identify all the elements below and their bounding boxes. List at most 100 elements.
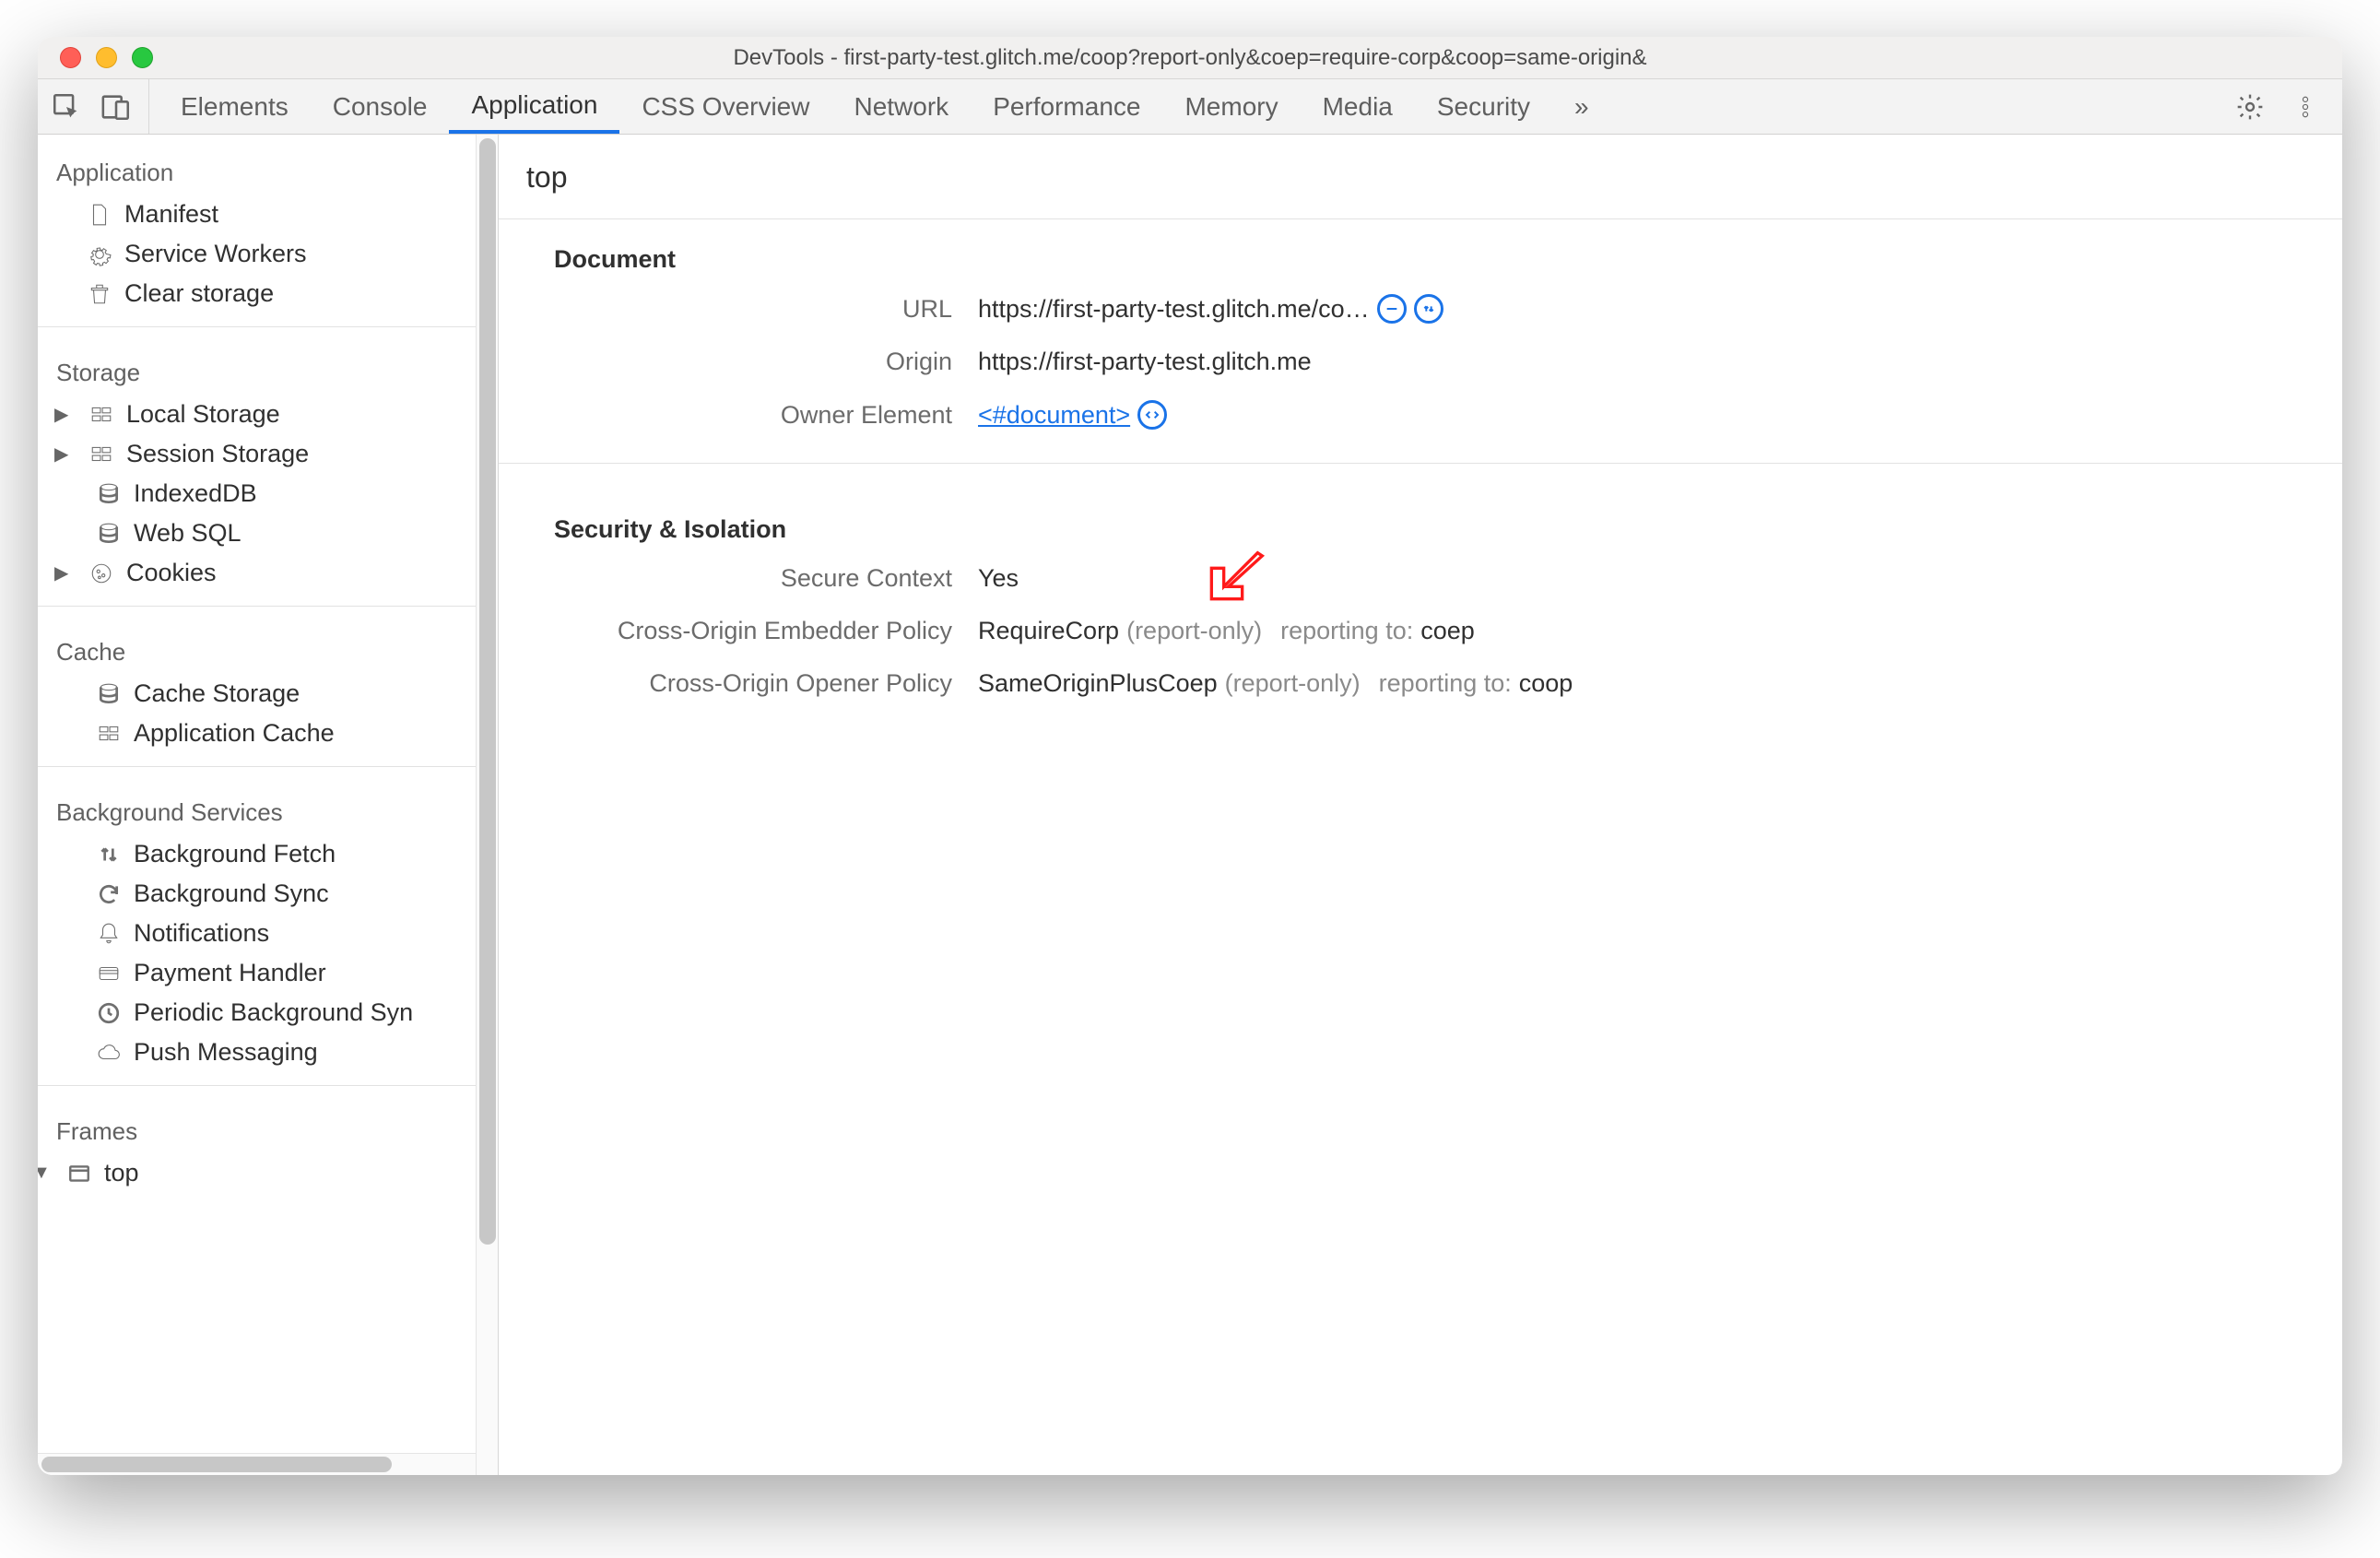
tab-console[interactable]: Console — [311, 79, 450, 134]
reveal-source-icon[interactable] — [1377, 294, 1407, 324]
sidebar-item-background-fetch[interactable]: Background Fetch — [38, 834, 498, 874]
secure-context-value: Yes — [978, 564, 1019, 593]
sidebar-item-label: Background Sync — [134, 879, 329, 908]
file-icon — [86, 201, 113, 229]
sidebar-hscrollthumb[interactable] — [41, 1457, 392, 1472]
sidebar-item-session-storage[interactable]: ▶ Session Storage — [38, 434, 498, 474]
body-split: Application Manifest Service Workers Cle… — [38, 135, 2342, 1475]
section-header-cache: Cache — [38, 620, 498, 674]
coep-reporting-prefix: reporting to: — [1280, 617, 1413, 645]
sidebar-item-label: Notifications — [134, 919, 269, 948]
sidebar-item-frame-top[interactable]: ▼ top — [38, 1153, 498, 1193]
devtools-tabs: Elements Console Application CSS Overvie… — [159, 79, 1611, 134]
sidebar-item-notifications[interactable]: Notifications — [38, 914, 498, 953]
sidebar-item-clear-storage[interactable]: Clear storage — [38, 274, 498, 313]
owner-element-link[interactable]: <#document> — [978, 401, 1130, 430]
coop-reporting-to: coop — [1519, 669, 1573, 698]
section-header-application: Application — [38, 140, 498, 195]
window-icon — [65, 1160, 93, 1187]
tab-memory[interactable]: Memory — [1162, 79, 1300, 134]
coop-mode: (report-only) — [1225, 669, 1361, 698]
sidebar-item-label: top — [104, 1159, 139, 1187]
sidebar-item-local-storage[interactable]: ▶ Local Storage — [38, 395, 498, 434]
sidebar-item-label: Manifest — [124, 200, 218, 229]
tab-application[interactable]: Application — [449, 79, 619, 134]
device-toggle-icon[interactable] — [100, 91, 132, 123]
settings-icon[interactable] — [2235, 92, 2265, 122]
sidebar-item-application-cache[interactable]: Application Cache — [38, 714, 498, 753]
devtools-window: DevTools - first-party-test.glitch.me/co… — [38, 37, 2342, 1475]
tab-performance[interactable]: Performance — [971, 79, 1162, 134]
document-section: Document URL https://first-party-test.gl… — [499, 219, 2342, 454]
sidebar-item-websql[interactable]: Web SQL — [38, 513, 498, 553]
origin-value: https://first-party-test.glitch.me — [978, 348, 1312, 376]
origin-label: Origin — [554, 348, 978, 376]
sidebar-item-label: Cache Storage — [134, 679, 300, 708]
owner-element-label: Owner Element — [554, 401, 978, 430]
sync-icon — [95, 880, 123, 908]
section-header-frames: Frames — [38, 1099, 498, 1153]
cookie-icon — [88, 560, 115, 587]
tab-css-overview[interactable]: CSS Overview — [619, 79, 831, 134]
sidebar-item-label: Service Workers — [124, 240, 307, 268]
sidebar-scrollthumb[interactable] — [479, 138, 496, 1245]
sidebar-item-payment-handler[interactable]: Payment Handler — [38, 953, 498, 993]
tabs-overflow[interactable]: » — [1552, 79, 1611, 134]
sidebar-item-service-workers[interactable]: Service Workers — [38, 234, 498, 274]
url-value: https://first-party-test.glitch.me/co… — [978, 295, 1370, 324]
card-icon — [95, 960, 123, 987]
chevron-right-icon: ▶ — [54, 403, 73, 426]
sidebar-item-cookies[interactable]: ▶ Cookies — [38, 553, 498, 593]
chevron-right-icon: ▶ — [54, 443, 73, 466]
sidebar-item-label: Push Messaging — [134, 1038, 318, 1067]
window-title: DevTools - first-party-test.glitch.me/co… — [38, 45, 2342, 71]
url-label: URL — [554, 295, 978, 324]
sidebar-item-manifest[interactable]: Manifest — [38, 195, 498, 234]
database-icon — [95, 480, 123, 508]
inspect-icon[interactable] — [51, 91, 82, 123]
tab-media[interactable]: Media — [1301, 79, 1415, 134]
tab-network[interactable]: Network — [831, 79, 971, 134]
grid-icon — [95, 720, 123, 748]
secure-context-label: Secure Context — [554, 564, 978, 593]
document-section-title: Document — [554, 245, 2315, 274]
sidebar-item-label: Periodic Background Syn — [134, 998, 413, 1027]
reveal-elements-icon[interactable] — [1137, 400, 1167, 430]
sidebar-item-label: Web SQL — [134, 519, 242, 548]
coop-label: Cross-Origin Opener Policy — [554, 669, 978, 698]
sidebar-item-cache-storage[interactable]: Cache Storage — [38, 674, 498, 714]
coep-value: RequireCorp — [978, 617, 1119, 645]
coop-value: SameOriginPlusCoep — [978, 669, 1218, 698]
main-panel: top Document URL https://first-party-tes… — [499, 135, 2342, 1475]
sidebar-item-label: Session Storage — [126, 440, 309, 468]
tab-security[interactable]: Security — [1415, 79, 1552, 134]
sidebar-item-periodic-background-sync[interactable]: Periodic Background Syn — [38, 993, 498, 1033]
sidebar-item-label: IndexedDB — [134, 479, 257, 508]
sidebar: Application Manifest Service Workers Cle… — [38, 135, 499, 1475]
sidebar-item-label: Clear storage — [124, 279, 274, 308]
security-section-title: Security & Isolation — [554, 515, 2315, 544]
annotation-arrow-icon — [1199, 537, 1273, 618]
tab-elements[interactable]: Elements — [159, 79, 311, 134]
sidebar-item-indexeddb[interactable]: IndexedDB — [38, 474, 498, 513]
trash-icon — [86, 280, 113, 308]
cloud-icon — [95, 1039, 123, 1067]
clock-icon — [95, 999, 123, 1027]
more-vertical-icon[interactable] — [2292, 92, 2318, 122]
sidebar-item-label: Application Cache — [134, 719, 335, 748]
gear-icon — [86, 241, 113, 268]
sidebar-scrollbar-vertical[interactable] — [476, 135, 498, 1475]
bell-icon — [95, 920, 123, 948]
reveal-network-icon[interactable] — [1414, 294, 1443, 324]
security-section: Security & Isolation Secure Context Yes … — [499, 490, 2342, 722]
grid-icon — [88, 401, 115, 429]
sidebar-scrollbar-horizontal[interactable] — [38, 1453, 476, 1475]
titlebar: DevTools - first-party-test.glitch.me/co… — [38, 37, 2342, 79]
grid-icon — [88, 441, 115, 468]
sidebar-item-background-sync[interactable]: Background Sync — [38, 874, 498, 914]
updown-icon — [95, 841, 123, 868]
sidebar-item-push-messaging[interactable]: Push Messaging — [38, 1033, 498, 1072]
sidebar-item-label: Background Fetch — [134, 840, 336, 868]
coep-mode: (report-only) — [1126, 617, 1262, 645]
devtools-toolbar: Elements Console Application CSS Overvie… — [38, 79, 2342, 135]
